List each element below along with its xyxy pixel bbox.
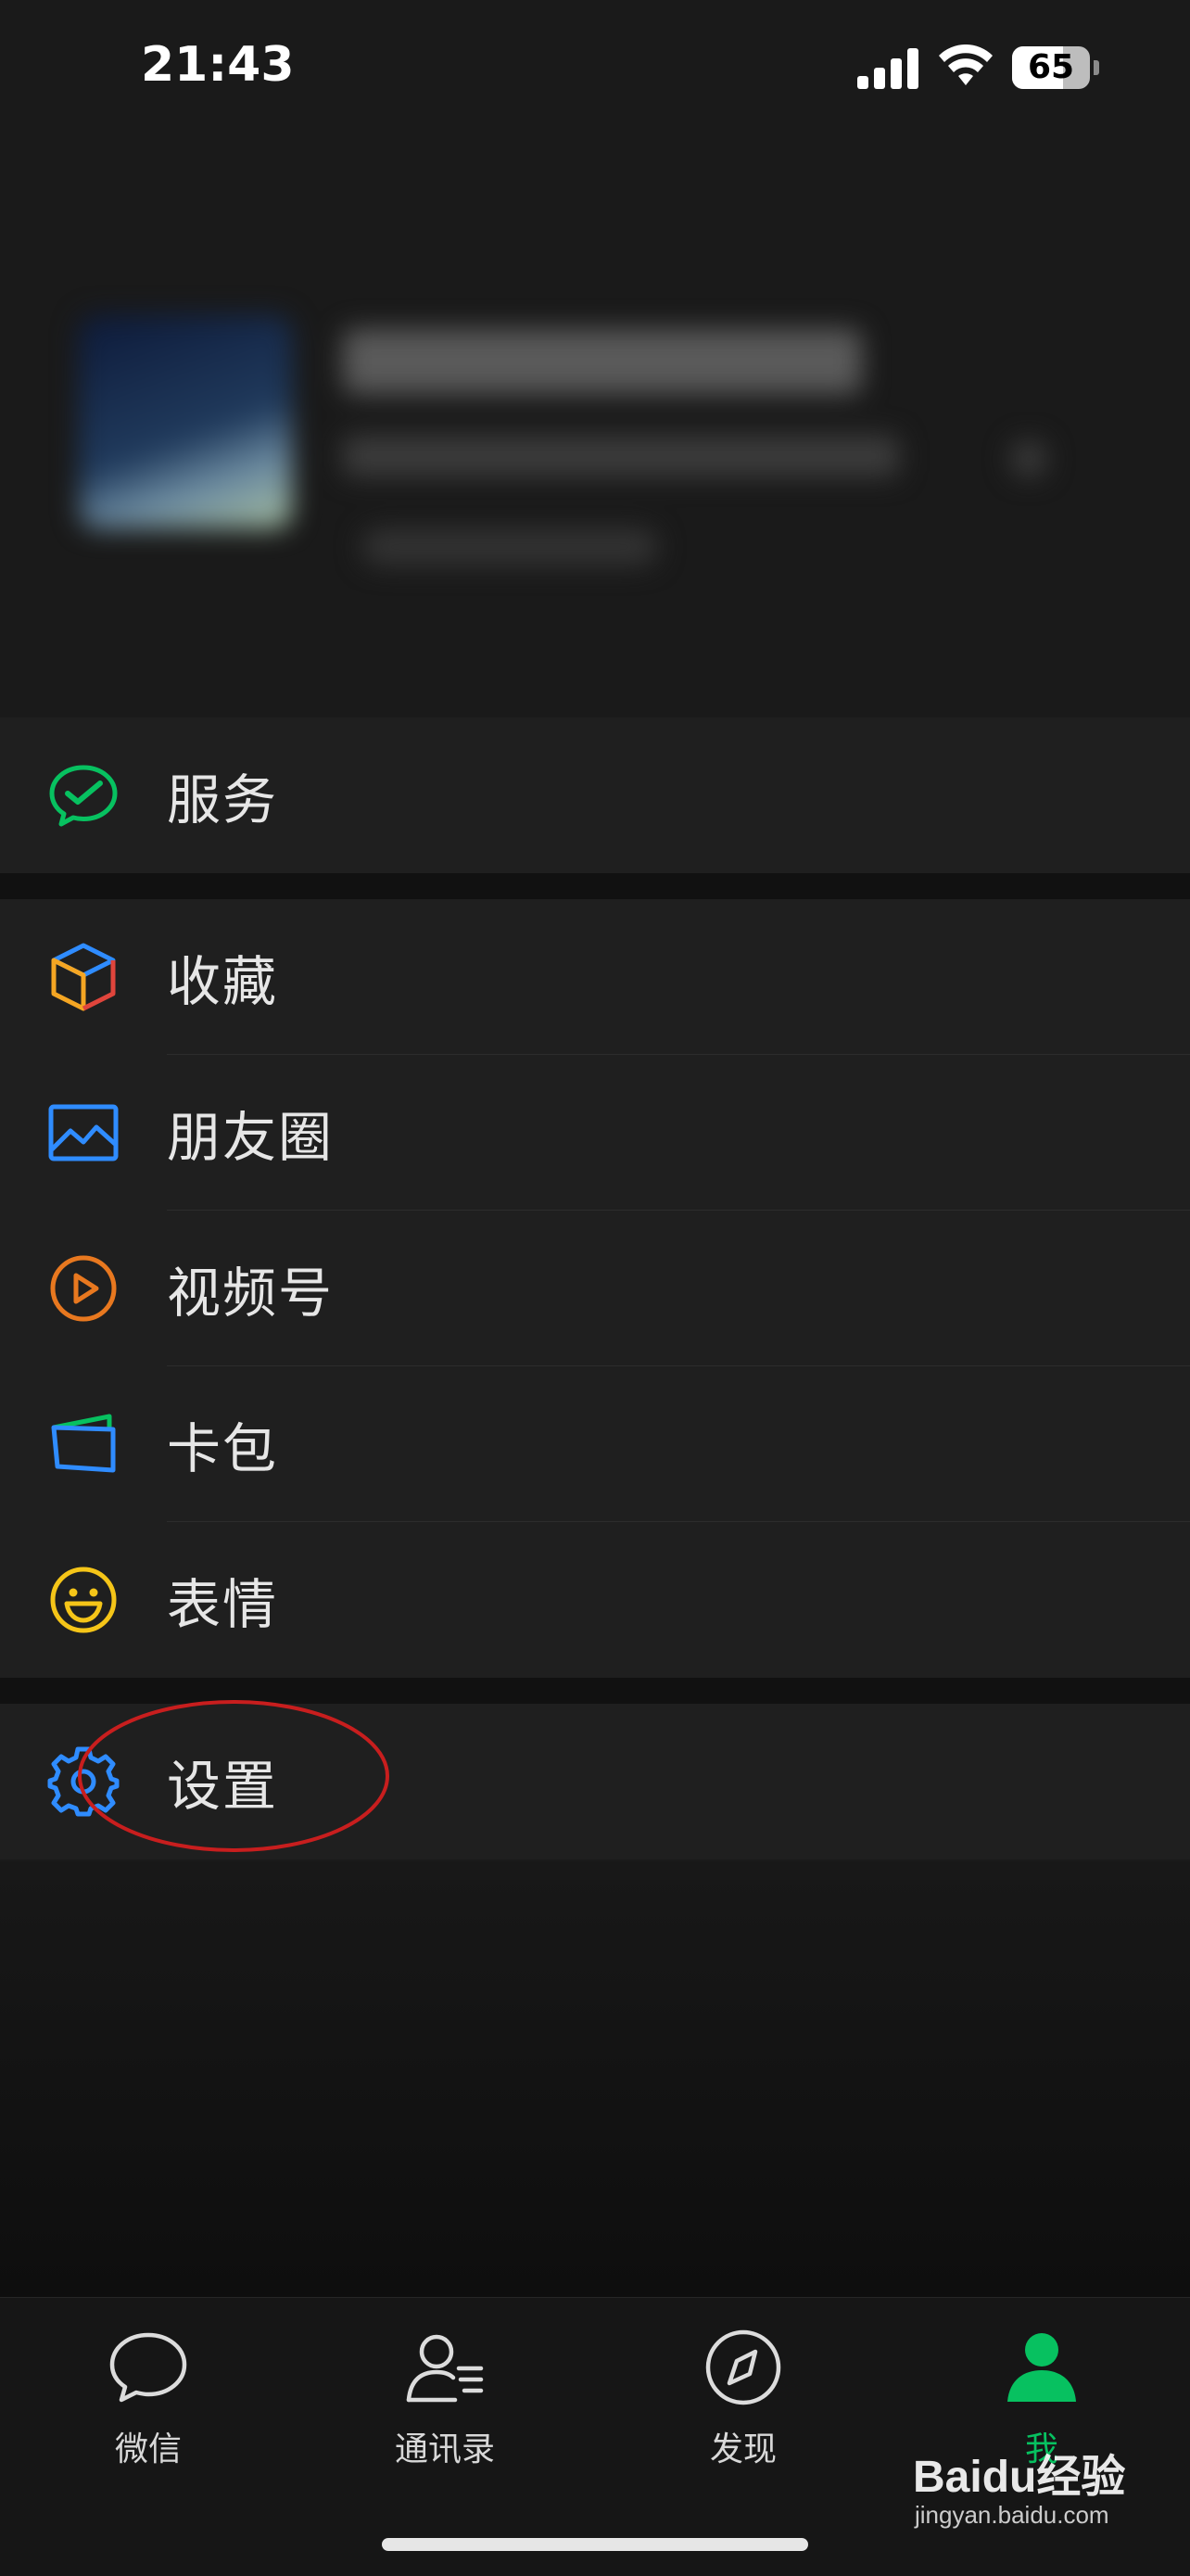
chat-bubble-icon <box>109 2332 187 2403</box>
menu-item-favorites[interactable]: 收藏 <box>0 899 1190 1055</box>
contacts-icon <box>406 2334 484 2403</box>
tab-label: 微信 <box>114 2430 182 2468</box>
status-bar: 21:43 65 <box>0 0 1190 139</box>
tab-label: 发现 <box>709 2430 777 2468</box>
profile-id-blurred <box>343 436 899 476</box>
moments-photo-icon <box>48 1104 119 1161</box>
status-time: 21:43 <box>141 37 295 93</box>
profile-header[interactable] <box>0 260 1190 593</box>
channels-play-icon <box>50 1255 117 1322</box>
menu-label: 收藏 <box>167 950 279 1013</box>
empty-area <box>0 1861 1190 2297</box>
tab-discover[interactable]: 发现 <box>651 2326 836 2493</box>
menu-label: 视频号 <box>167 1262 335 1325</box>
menu-label: 卡包 <box>167 1417 279 1480</box>
menu-item-stickers[interactable]: 表情 <box>0 1522 1190 1678</box>
watermark-logo: Baidu经验 <box>913 2453 1126 2502</box>
card-wallet-icon <box>51 1414 116 1473</box>
menu-item-card-wallet[interactable]: 卡包 <box>0 1366 1190 1522</box>
section-gap <box>0 873 1190 899</box>
profile-status-blurred[interactable] <box>361 528 658 565</box>
sticker-smile-icon <box>50 1567 117 1633</box>
tab-contacts[interactable]: 通讯录 <box>352 2326 538 2493</box>
wifi-icon <box>939 44 993 85</box>
chevron-right-icon <box>1010 440 1047 477</box>
profile-name-blurred <box>343 329 862 394</box>
tab-label: 通讯录 <box>394 2430 495 2468</box>
watermark-url: jingyan.baidu.com <box>915 2501 1109 2529</box>
wechat-pay-icon <box>49 765 118 827</box>
menu-label: 表情 <box>167 1573 279 1636</box>
menu-item-channels[interactable]: 视频号 <box>0 1211 1190 1366</box>
tab-chats[interactable]: 微信 <box>56 2326 241 2493</box>
menu-item-moments[interactable]: 朋友圈 <box>0 1055 1190 1211</box>
favorites-cube-icon <box>51 943 116 1011</box>
battery-icon: 65 <box>1012 46 1101 89</box>
compass-icon <box>705 2329 781 2405</box>
signal-icon <box>857 48 918 89</box>
menu-group-main: 收藏 朋友圈 视频号 卡包 表情 <box>0 899 1190 1678</box>
avatar[interactable] <box>79 315 292 528</box>
home-indicator[interactable] <box>382 2538 808 2551</box>
watermark: Baidu经验 jingyan.baidu.com <box>913 2440 1172 2551</box>
menu-item-services[interactable]: 服务 <box>0 717 1190 873</box>
person-icon <box>1007 2333 1076 2402</box>
menu-label: 朋友圈 <box>167 1106 335 1169</box>
annotation-ellipse <box>78 1700 389 1852</box>
menu-group-services: 服务 <box>0 717 1190 873</box>
menu-label: 服务 <box>167 768 279 831</box>
battery-level: 65 <box>1027 48 1075 86</box>
